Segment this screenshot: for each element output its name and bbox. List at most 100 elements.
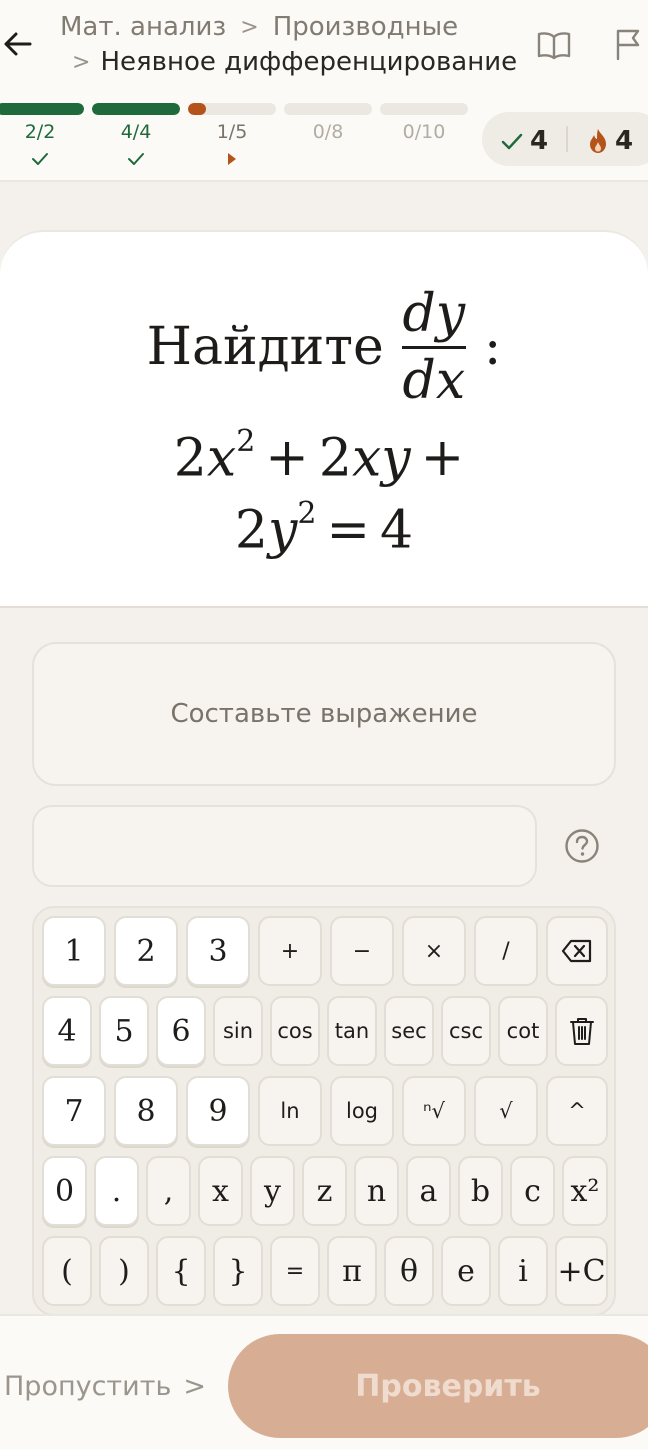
progress-count: 1/5 — [216, 121, 248, 143]
skip-label: Пропустить — [4, 1370, 172, 1402]
key-cos[interactable]: cos — [270, 996, 320, 1066]
equation-line-2: 2y2 = 4 — [234, 496, 414, 561]
lesson-progress: 2/2 4/4 1/5 0/8 0/10 — [0, 103, 470, 173]
correct-number: 4 — [530, 126, 549, 156]
check-label: Проверить — [355, 1368, 541, 1404]
key-8[interactable]: 8 — [114, 1076, 178, 1146]
key-7[interactable]: 7 — [42, 1076, 106, 1146]
help-button[interactable] — [562, 826, 602, 866]
chevron-right-icon: > — [72, 49, 91, 75]
breadcrumb-course[interactable]: Мат. анализ — [60, 12, 226, 42]
key-sin[interactable]: sin — [213, 996, 263, 1066]
key-ln[interactable]: ln — [258, 1076, 322, 1146]
key-0[interactable]: 0 — [42, 1156, 87, 1226]
key-dot[interactable]: . — [94, 1156, 139, 1226]
streak-number: 4 — [615, 126, 634, 156]
key-minus[interactable]: − — [330, 916, 394, 986]
header: Мат. анализ > Производные > Неявное дифф… — [0, 0, 648, 182]
key-6[interactable]: 6 — [156, 996, 206, 1066]
key-cot[interactable]: cot — [498, 996, 548, 1066]
report-button[interactable] — [612, 26, 648, 62]
key-x-squared[interactable]: x² — [562, 1156, 608, 1226]
key-divide[interactable]: / — [474, 916, 538, 986]
question-prompt: Найдите — [146, 317, 384, 377]
key-i[interactable]: i — [498, 1236, 548, 1306]
key-backspace[interactable] — [546, 916, 608, 986]
back-button[interactable] — [0, 26, 36, 62]
backspace-icon — [561, 939, 592, 963]
key-1[interactable]: 1 — [42, 916, 106, 986]
expression-builder[interactable]: Составьте выражение — [32, 642, 616, 786]
skip-button[interactable]: Пропустить > — [4, 1368, 206, 1404]
book-icon — [537, 32, 571, 60]
breadcrumb-topic[interactable]: Производные — [273, 12, 458, 42]
key-9[interactable]: 9 — [186, 1076, 250, 1146]
question-mark-icon — [565, 829, 599, 863]
play-icon — [188, 151, 276, 169]
key-e[interactable]: e — [441, 1236, 491, 1306]
key-log[interactable]: log — [330, 1076, 394, 1146]
key-open-paren[interactable]: ( — [42, 1236, 92, 1306]
key-z[interactable]: z — [302, 1156, 347, 1226]
key-5[interactable]: 5 — [99, 996, 149, 1066]
flag-icon — [616, 29, 640, 61]
key-plus[interactable]: + — [258, 916, 322, 986]
key-y[interactable]: y — [250, 1156, 295, 1226]
key-tan[interactable]: tan — [327, 996, 377, 1066]
question-colon: : — [483, 317, 502, 377]
key-4[interactable]: 4 — [42, 996, 92, 1066]
fraction-numerator: dy — [402, 283, 466, 344]
chevron-right-icon: > — [240, 14, 259, 40]
key-close-paren[interactable]: ) — [99, 1236, 149, 1306]
key-equals[interactable]: = — [270, 1236, 320, 1306]
key-close-brace[interactable]: } — [213, 1236, 263, 1306]
key-theta[interactable]: θ — [384, 1236, 434, 1306]
key-clear[interactable] — [555, 996, 608, 1066]
progress-count: 0/8 — [312, 121, 344, 143]
expression-builder-placeholder: Составьте выражение — [170, 699, 478, 729]
equation-line-1: 2x2 +2xy + — [173, 424, 465, 489]
key-c[interactable]: c — [510, 1156, 555, 1226]
breadcrumb-line-2: > Неявное дифференцирование — [72, 44, 517, 80]
chevron-right-icon: > — [183, 1370, 206, 1402]
footer: Пропустить > Проверить — [0, 1314, 648, 1449]
progress-count: 0/10 — [402, 121, 446, 143]
breadcrumb-lesson: Неявное дифференцирование — [100, 47, 518, 77]
check-button[interactable]: Проверить — [228, 1334, 648, 1438]
math-keypad: 1 2 3 + − × / 4 5 6 sin cos tan sec csc … — [32, 906, 616, 1316]
stats-pill: 4 4 — [482, 112, 648, 166]
breadcrumb: Мат. анализ > Производные — [60, 10, 458, 44]
progress-count: 2/2 — [24, 121, 56, 143]
key-open-brace[interactable]: { — [156, 1236, 206, 1306]
key-a[interactable]: a — [406, 1156, 451, 1226]
key-sqrt[interactable]: √ — [474, 1076, 538, 1146]
key-3[interactable]: 3 — [186, 916, 250, 986]
answer-input[interactable] — [32, 805, 537, 887]
key-power[interactable]: ^ — [546, 1076, 608, 1146]
key-csc[interactable]: csc — [441, 996, 491, 1066]
key-x[interactable]: x — [198, 1156, 243, 1226]
key-n[interactable]: n — [354, 1156, 399, 1226]
question-card: Найдите dy dx : 2x2 +2xy + 2y2 = 4 — [0, 230, 648, 608]
key-2[interactable]: 2 — [114, 916, 178, 986]
key-pi[interactable]: π — [327, 1236, 377, 1306]
progress-count: 4/4 — [120, 121, 152, 143]
theory-button[interactable] — [536, 27, 572, 63]
key-sec[interactable]: sec — [384, 996, 434, 1066]
arrow-left-icon — [4, 32, 32, 56]
key-comma[interactable]: , — [146, 1156, 191, 1226]
flame-icon — [590, 129, 606, 153]
key-b[interactable]: b — [458, 1156, 503, 1226]
check-icon — [501, 133, 523, 150]
derivative-fraction: dy dx — [401, 283, 466, 411]
streak-count: 4 — [587, 126, 633, 156]
key-multiply[interactable]: × — [402, 916, 466, 986]
trash-icon — [569, 1018, 594, 1045]
check-icon — [0, 151, 84, 169]
divider — [566, 126, 568, 152]
key-plus-c[interactable]: +C — [555, 1236, 608, 1306]
fraction-denominator: dx — [402, 350, 466, 411]
key-nth-root[interactable]: ⁿ√ — [402, 1076, 466, 1146]
question-text: Найдите dy dx : 2x2 +2xy + 2y2 = 4 — [0, 282, 648, 561]
correct-count: 4 — [500, 126, 548, 156]
